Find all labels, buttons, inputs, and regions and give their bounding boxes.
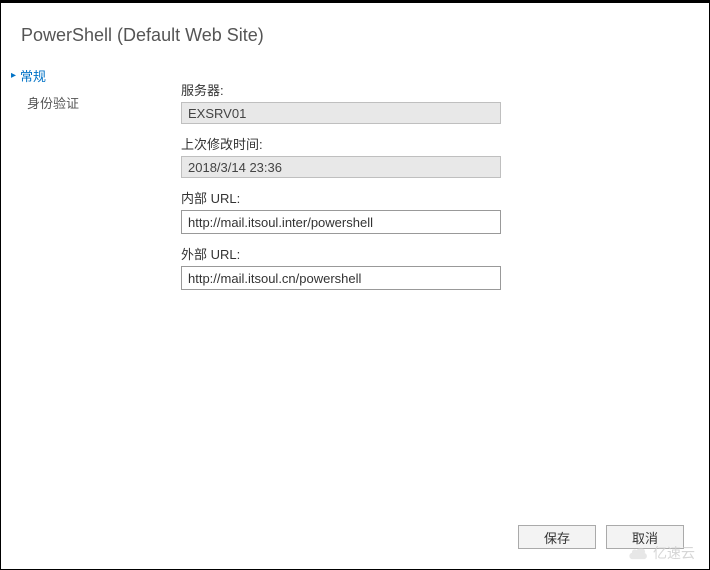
button-bar: 保存 取消 [518, 525, 684, 549]
server-value: EXSRV01 [181, 102, 501, 124]
main-panel: 服务器: EXSRV01 上次修改时间: 2018/3/14 23:36 内部 … [181, 62, 709, 300]
cancel-button[interactable]: 取消 [606, 525, 684, 549]
content-area: ▸ 常规 身份验证 服务器: EXSRV01 上次修改时间: 2018/3/14… [1, 62, 709, 300]
save-button[interactable]: 保存 [518, 525, 596, 549]
internal-url-input[interactable] [181, 210, 501, 234]
field-external-url: 外部 URL: [181, 244, 501, 290]
sidebar-item-general[interactable]: ▸ 常规 [11, 62, 181, 89]
internal-url-label: 内部 URL: [181, 188, 501, 207]
field-server: 服务器: EXSRV01 [181, 80, 501, 124]
sidebar: ▸ 常规 身份验证 [1, 62, 181, 300]
page-title: PowerShell (Default Web Site) [1, 3, 709, 62]
sidebar-item-label: 常规 [20, 66, 46, 85]
last-modified-value: 2018/3/14 23:36 [181, 156, 501, 178]
field-last-modified: 上次修改时间: 2018/3/14 23:36 [181, 134, 501, 178]
sidebar-item-label: 身份验证 [27, 93, 79, 112]
external-url-input[interactable] [181, 266, 501, 290]
caret-right-icon: ▸ [11, 70, 16, 81]
external-url-label: 外部 URL: [181, 244, 501, 263]
field-internal-url: 内部 URL: [181, 188, 501, 234]
server-label: 服务器: [181, 80, 501, 99]
last-modified-label: 上次修改时间: [181, 134, 501, 153]
sidebar-item-authentication[interactable]: 身份验证 [11, 89, 181, 116]
